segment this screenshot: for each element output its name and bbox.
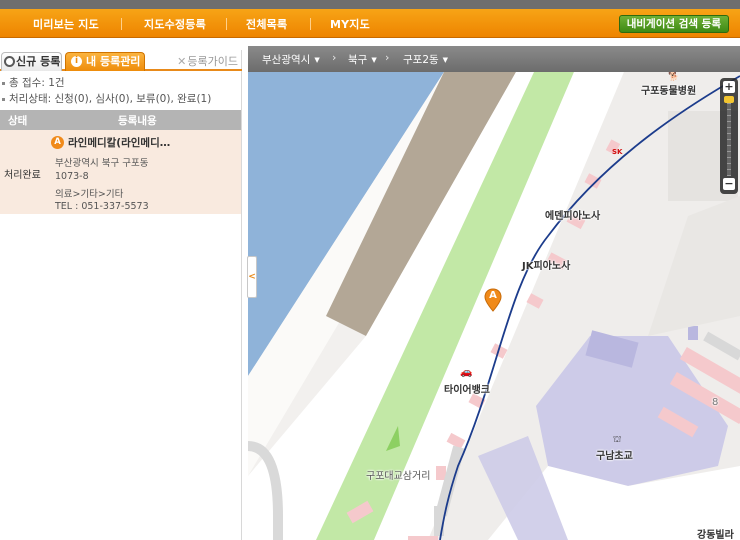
entry-name-link[interactable]: 라인메디칼(라인메디… [68,135,170,150]
nav-divider [121,18,122,30]
chevron-left-icon: < [248,272,256,282]
animal-hospital-icon: 🐕 [668,72,680,82]
navigation-search-register-button[interactable]: 내비게이션 검색 등록 [618,15,729,33]
gas-station-icon: SK [612,148,623,156]
pin-letter: A [489,290,497,301]
nav-divider [310,18,311,30]
breadcrumb-dong-label: 구포2동 [403,54,439,66]
entry-tel: TEL : 051-337-5573 [55,201,149,212]
total-count-text: 총 접수: 1건 [9,77,65,89]
processing-status: 처리상태: 신청(0), 심사(0), 보류(0), 완료(1) [2,91,211,106]
breadcrumb: 부산광역시 ▼ › 북구 ▼ › 구포2동 ▼ [248,46,740,72]
tab-bar: 신규 등록 i 내 등록관리 ✕등록가이드 [0,50,242,71]
label-jk-piano: JK피아노사 [522,261,571,272]
row-status: 처리완료 [4,170,41,181]
entry-address: 부산광역시 북구 구포동 [55,158,149,169]
label-block-number: 8 [712,397,719,408]
marker-a-icon: A [51,136,64,149]
car-icon: 🚗 [460,367,473,378]
column-status: 상태 [8,115,28,127]
label-eden-piano: 에덴피아노사 [545,211,601,222]
close-icon: ✕ [177,55,187,68]
caret-down-icon: ▼ [314,56,320,64]
nav-edit-register[interactable]: 지도수정등록 [144,16,206,32]
caret-down-icon: ▼ [442,56,449,64]
top-strip [0,0,740,9]
label-animal-hospital: 구포동물병원 [641,86,697,97]
entry-category: 의료>기타>기타 [55,189,124,200]
table-header: 상태 등록내용 [0,110,241,130]
caret-down-icon: ▼ [371,56,377,64]
zoom-in-button[interactable]: + [723,81,735,93]
zoom-slider-track[interactable] [727,98,731,176]
tab-my-registrations-label: 내 등록관리 [86,55,141,68]
breadcrumb-city-label: 부산광역시 [262,54,311,66]
tab-my-registrations[interactable]: i 내 등록관리 [65,52,145,71]
registration-guide-link[interactable]: ✕등록가이드 [177,53,238,69]
label-tire-bank: 타이어뱅크 [444,385,490,396]
nav-full-list[interactable]: 전체목록 [246,16,287,32]
chevron-right-icon: › [385,51,390,64]
zoom-control: + − [720,78,738,194]
label-bridge-intersection: 구포대교삼거리 [366,471,431,482]
tab-new-register[interactable]: 신규 등록 [1,52,62,71]
main-nav: 미리보는 지도 지도수정등록 전체목록 MY지도 내비게이션 검색 등록 [0,9,740,38]
breadcrumb-district-label: 북구 [348,54,368,66]
label-gangdong-villa: 강동빌라 [697,530,734,540]
breadcrumb-dong[interactable]: 구포2동 ▼ [403,52,448,67]
breadcrumb-city[interactable]: 부산광역시 ▼ [262,52,320,67]
map-pin-a[interactable]: A [484,288,502,312]
table-row[interactable]: 처리완료 A 라인메디칼(라인메디… 부산광역시 북구 구포동 1073-8 의… [0,130,241,214]
tab-new-register-label: 신규 등록 [16,55,61,68]
registration-guide-label: 등록가이드 [187,55,238,68]
nav-preview-map[interactable]: 미리보는 지도 [33,16,99,32]
zoom-out-button[interactable]: − [723,178,735,190]
magnifier-icon [4,56,15,67]
collapse-panel-button[interactable]: < [247,256,257,298]
total-count: 총 접수: 1건 [2,75,65,90]
nav-my-map[interactable]: MY지도 [330,16,370,32]
column-content: 등록내용 [118,115,157,127]
label-gunam-school: 구남초교 [596,451,633,462]
processing-status-text: 처리상태: 신청(0), 심사(0), 보류(0), 완료(1) [9,93,212,105]
left-panel: 신규 등록 i 내 등록관리 ✕등록가이드 총 접수: 1건 처리상태: 신청(… [0,50,242,540]
zoom-slider-handle[interactable] [724,96,734,103]
entry-address-number: 1073-8 [55,171,89,182]
map-view[interactable]: 부산광역시 ▼ › 북구 ▼ › 구포2동 ▼ 구포동물병원 🐕 SK 에덴피아노사 … [248,46,740,540]
school-icon: ⛫ [613,435,622,445]
info-icon: i [71,56,82,67]
chevron-right-icon: › [332,51,337,64]
breadcrumb-district[interactable]: 북구 ▼ [348,52,377,67]
nav-divider [226,18,227,30]
